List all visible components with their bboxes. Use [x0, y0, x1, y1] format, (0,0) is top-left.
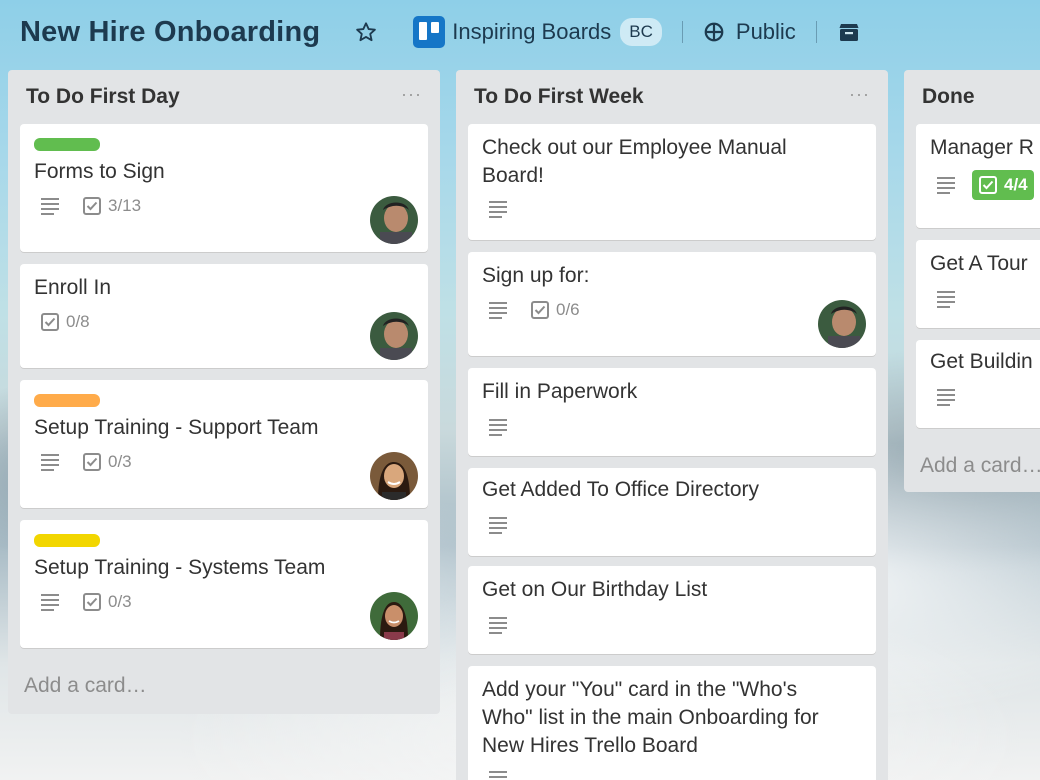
- list-title[interactable]: To Do First Day: [26, 85, 180, 109]
- list-menu-icon[interactable]: ···: [849, 84, 870, 105]
- description-icon: [488, 770, 508, 780]
- card-get-building[interactable]: Get Buildin: [916, 340, 1040, 428]
- list-title[interactable]: Done: [922, 85, 975, 109]
- card-title: Setup Training - Systems Team: [34, 556, 326, 579]
- visibility-button[interactable]: Public: [703, 19, 796, 45]
- description-icon: [488, 418, 508, 436]
- card-title: Setup Training - Support Team: [34, 416, 319, 439]
- visibility-label: Public: [735, 19, 796, 44]
- member-avatar[interactable]: [370, 312, 418, 360]
- card-enroll-in[interactable]: Enroll In 0/8: [20, 264, 428, 368]
- card-label-green: [34, 138, 100, 151]
- archive-icon[interactable]: [837, 21, 861, 43]
- list-menu-icon[interactable]: ···: [401, 84, 422, 105]
- member-avatar[interactable]: [818, 300, 866, 348]
- header-divider: [815, 21, 817, 43]
- checklist-badge: 0/3: [82, 592, 132, 612]
- checklist-count: 0/3: [108, 592, 132, 611]
- card-setup-training-systems[interactable]: Setup Training - Systems Team 0/3: [20, 520, 428, 648]
- description-icon: [488, 616, 508, 634]
- checklist-count: 3/13: [108, 196, 142, 215]
- board-title[interactable]: New Hire Onboarding: [20, 16, 320, 49]
- globe-icon: [703, 21, 725, 43]
- checklist-icon: [41, 313, 59, 331]
- checklist-count: 0/3: [108, 452, 132, 471]
- description-icon: [488, 200, 508, 218]
- checklist-icon: [979, 176, 997, 194]
- card-who-is-who[interactable]: Add your "You" card in the "Who's Who" l…: [468, 666, 876, 780]
- card-label-orange: [34, 394, 100, 407]
- checklist-icon: [83, 593, 101, 611]
- member-avatar[interactable]: [370, 196, 418, 244]
- card-title: Enroll In: [34, 276, 112, 299]
- card-title: Sign up for:: [482, 264, 590, 287]
- checklist-icon: [83, 453, 101, 471]
- checklist-badge: 3/13: [82, 196, 141, 216]
- description-icon: [40, 197, 60, 215]
- description-icon: [936, 176, 956, 194]
- checklist-count: 0/8: [66, 312, 90, 331]
- card-title: Manager R: [930, 136, 1034, 159]
- team-badge: BC: [620, 18, 662, 46]
- card-manager[interactable]: Manager R 4/4: [916, 124, 1040, 228]
- card-get-a-tour[interactable]: Get A Tour: [916, 240, 1040, 328]
- description-icon: [488, 301, 508, 319]
- card-office-directory[interactable]: Get Added To Office Directory: [468, 468, 876, 556]
- list-title[interactable]: To Do First Week: [474, 85, 644, 109]
- checklist-badge: 0/3: [82, 452, 132, 472]
- card-title: Get Buildin: [930, 350, 1033, 373]
- list-done: Done Manager R 4/4 Get A Tour Get Buildi…: [904, 70, 1040, 492]
- card-sign-up-for[interactable]: Sign up for: 0/6: [468, 252, 876, 356]
- checklist-count: 4/4: [1004, 175, 1028, 194]
- description-icon: [936, 290, 956, 308]
- board-header: New Hire Onboarding Inspiring Boards BC …: [0, 0, 1040, 64]
- card-employee-manual[interactable]: Check out our Employee Manual Board!: [468, 124, 876, 240]
- team-button[interactable]: Inspiring Boards BC: [413, 16, 662, 48]
- card-birthday-list[interactable]: Get on Our Birthday List: [468, 566, 876, 654]
- member-avatar[interactable]: [370, 592, 418, 640]
- card-title: Fill in Paperwork: [482, 380, 638, 403]
- description-icon: [936, 388, 956, 406]
- checklist-count: 0/6: [556, 300, 580, 319]
- checklist-icon: [531, 301, 549, 319]
- member-avatar[interactable]: [370, 452, 418, 500]
- list-to-do-first-day: To Do First Day ··· Forms to Sign 3/13 E…: [8, 70, 440, 714]
- checklist-badge: 0/8: [40, 312, 90, 332]
- card-title: Check out our Employee Manual Board!: [482, 136, 787, 187]
- checklist-icon: [83, 197, 101, 215]
- checklist-complete-badge: 4/4: [972, 170, 1034, 200]
- card-title: Get on Our Birthday List: [482, 578, 708, 601]
- trello-logo-icon: [413, 16, 446, 48]
- add-card-button[interactable]: Add a card…: [920, 454, 1040, 478]
- list-to-do-first-week: To Do First Week ··· Check out our Emplo…: [456, 70, 888, 780]
- card-title: Add your "You" card in the "Who's Who" l…: [482, 678, 819, 757]
- description-icon: [40, 593, 60, 611]
- card-title: Forms to Sign: [34, 160, 165, 183]
- checklist-badge: 0/6: [530, 300, 580, 320]
- team-name: Inspiring Boards: [452, 19, 612, 44]
- star-icon[interactable]: [354, 20, 378, 44]
- header-divider: [681, 21, 683, 43]
- description-icon: [488, 516, 508, 534]
- description-icon: [40, 453, 60, 471]
- card-title: Get Added To Office Directory: [482, 478, 760, 501]
- card-title: Get A Tour: [930, 252, 1028, 275]
- card-forms-to-sign[interactable]: Forms to Sign 3/13: [20, 124, 428, 252]
- card-fill-in-paperwork[interactable]: Fill in Paperwork: [468, 368, 876, 456]
- add-card-button[interactable]: Add a card…: [24, 674, 147, 698]
- card-setup-training-support[interactable]: Setup Training - Support Team 0/3: [20, 380, 428, 508]
- card-label-yellow: [34, 534, 100, 547]
